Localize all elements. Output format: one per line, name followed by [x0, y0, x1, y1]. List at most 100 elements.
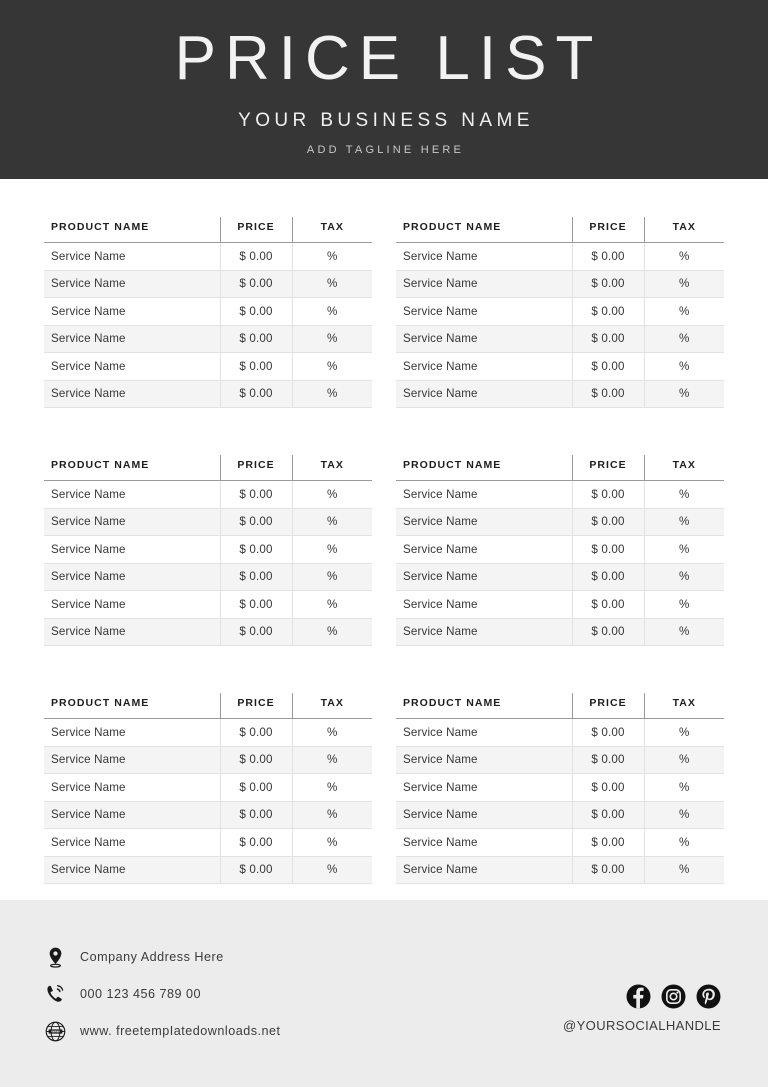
cell-product-name[interactable]: Service Name [44, 773, 220, 802]
cell-price[interactable]: $ 0.00 [219, 618, 292, 646]
table-row[interactable]: Service Name $ 0.00 % [396, 856, 724, 884]
table-row[interactable]: Service Name $ 0.00 % [396, 508, 724, 536]
table-row[interactable]: Service Name $ 0.00 % [44, 590, 372, 619]
cell-tax[interactable]: % [643, 590, 724, 619]
table-row[interactable]: Service Name $ 0.00 % [396, 590, 724, 619]
cell-tax[interactable]: % [291, 380, 372, 408]
cell-tax[interactable]: % [291, 535, 372, 564]
instagram-icon[interactable] [661, 984, 686, 1009]
cell-price[interactable]: $ 0.00 [571, 352, 644, 381]
cell-price[interactable]: $ 0.00 [219, 828, 292, 857]
cell-price[interactable]: $ 0.00 [571, 773, 644, 802]
cell-tax[interactable]: % [291, 746, 372, 774]
table-row[interactable]: Service Name $ 0.00 % [44, 828, 372, 857]
table-row[interactable]: Service Name $ 0.00 % [44, 352, 372, 381]
cell-price[interactable]: $ 0.00 [571, 590, 644, 619]
table-row[interactable]: Service Name $ 0.00 % [44, 380, 372, 408]
cell-tax[interactable]: % [291, 242, 372, 271]
cell-price[interactable]: $ 0.00 [571, 828, 644, 857]
cell-tax[interactable]: % [291, 270, 372, 298]
cell-price[interactable]: $ 0.00 [571, 718, 644, 747]
cell-tax[interactable]: % [643, 801, 724, 829]
cell-tax[interactable]: % [643, 270, 724, 298]
cell-tax[interactable]: % [643, 718, 724, 747]
cell-price[interactable]: $ 0.00 [219, 773, 292, 802]
table-row[interactable]: Service Name $ 0.00 % [396, 828, 724, 857]
cell-price[interactable]: $ 0.00 [571, 380, 644, 408]
cell-tax[interactable]: % [643, 773, 724, 802]
cell-tax[interactable]: % [291, 618, 372, 646]
cell-tax[interactable]: % [643, 828, 724, 857]
cell-product-name[interactable]: Service Name [44, 590, 220, 619]
cell-product-name[interactable]: Service Name [396, 242, 572, 271]
table-row[interactable]: Service Name $ 0.00 % [44, 856, 372, 884]
cell-tax[interactable]: % [291, 828, 372, 857]
table-row[interactable]: Service Name $ 0.00 % [44, 535, 372, 564]
cell-product-name[interactable]: Service Name [396, 535, 572, 564]
cell-tax[interactable]: % [643, 563, 724, 591]
cell-price[interactable]: $ 0.00 [571, 563, 644, 591]
cell-price[interactable]: $ 0.00 [219, 563, 292, 591]
cell-tax[interactable]: % [291, 480, 372, 509]
cell-price[interactable]: $ 0.00 [571, 297, 644, 326]
cell-product-name[interactable]: Service Name [396, 590, 572, 619]
cell-product-name[interactable]: Service Name [396, 508, 572, 536]
cell-product-name[interactable]: Service Name [44, 718, 220, 747]
cell-product-name[interactable]: Service Name [44, 352, 220, 381]
cell-price[interactable]: $ 0.00 [571, 535, 644, 564]
cell-price[interactable]: $ 0.00 [219, 297, 292, 326]
cell-tax[interactable]: % [291, 718, 372, 747]
cell-product-name[interactable]: Service Name [44, 242, 220, 271]
table-row[interactable]: Service Name $ 0.00 % [396, 325, 724, 353]
cell-product-name[interactable]: Service Name [44, 563, 220, 591]
cell-tax[interactable]: % [291, 297, 372, 326]
cell-product-name[interactable]: Service Name [44, 856, 220, 884]
cell-price[interactable]: $ 0.00 [571, 270, 644, 298]
cell-product-name[interactable]: Service Name [396, 618, 572, 646]
cell-product-name[interactable]: Service Name [396, 270, 572, 298]
cell-tax[interactable]: % [643, 325, 724, 353]
cell-product-name[interactable]: Service Name [396, 828, 572, 857]
cell-price[interactable]: $ 0.00 [571, 325, 644, 353]
cell-product-name[interactable]: Service Name [396, 352, 572, 381]
table-row[interactable]: Service Name $ 0.00 % [396, 242, 724, 271]
table-row[interactable]: Service Name $ 0.00 % [396, 746, 724, 774]
table-row[interactable]: Service Name $ 0.00 % [396, 563, 724, 591]
cell-product-name[interactable]: Service Name [396, 801, 572, 829]
cell-product-name[interactable]: Service Name [396, 773, 572, 802]
cell-tax[interactable]: % [643, 508, 724, 536]
pinterest-icon[interactable] [696, 984, 721, 1009]
cell-tax[interactable]: % [291, 773, 372, 802]
table-row[interactable]: Service Name $ 0.00 % [44, 508, 372, 536]
cell-tax[interactable]: % [643, 618, 724, 646]
table-row[interactable]: Service Name $ 0.00 % [396, 773, 724, 802]
cell-price[interactable]: $ 0.00 [219, 535, 292, 564]
table-row[interactable]: Service Name $ 0.00 % [396, 352, 724, 381]
cell-price[interactable]: $ 0.00 [219, 801, 292, 829]
cell-product-name[interactable]: Service Name [44, 297, 220, 326]
table-row[interactable]: Service Name $ 0.00 % [396, 718, 724, 747]
cell-product-name[interactable]: Service Name [44, 535, 220, 564]
table-row[interactable]: Service Name $ 0.00 % [44, 773, 372, 802]
table-row[interactable]: Service Name $ 0.00 % [44, 563, 372, 591]
table-row[interactable]: Service Name $ 0.00 % [396, 297, 724, 326]
cell-product-name[interactable]: Service Name [396, 746, 572, 774]
cell-tax[interactable]: % [643, 746, 724, 774]
cell-price[interactable]: $ 0.00 [571, 480, 644, 509]
cell-tax[interactable]: % [643, 535, 724, 564]
cell-price[interactable]: $ 0.00 [571, 801, 644, 829]
cell-price[interactable]: $ 0.00 [219, 325, 292, 353]
cell-product-name[interactable]: Service Name [44, 325, 220, 353]
cell-product-name[interactable]: Service Name [396, 563, 572, 591]
cell-product-name[interactable]: Service Name [396, 380, 572, 408]
cell-price[interactable]: $ 0.00 [219, 508, 292, 536]
table-row[interactable]: Service Name $ 0.00 % [396, 801, 724, 829]
cell-product-name[interactable]: Service Name [44, 746, 220, 774]
cell-price[interactable]: $ 0.00 [219, 480, 292, 509]
cell-tax[interactable]: % [291, 801, 372, 829]
cell-product-name[interactable]: Service Name [396, 718, 572, 747]
cell-price[interactable]: $ 0.00 [219, 746, 292, 774]
table-row[interactable]: Service Name $ 0.00 % [44, 801, 372, 829]
cell-tax[interactable]: % [291, 856, 372, 884]
table-row[interactable]: Service Name $ 0.00 % [44, 618, 372, 646]
